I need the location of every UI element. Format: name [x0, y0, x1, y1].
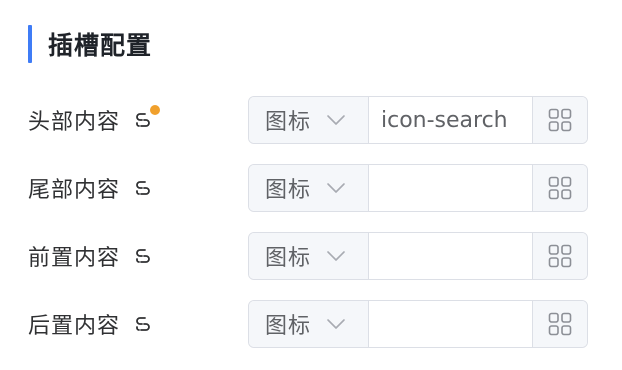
slot-row-label-wrap: 尾部内容: [28, 164, 154, 212]
slot-row-append: 后置内容 图标: [28, 300, 588, 348]
slot-row-label: 头部内容: [28, 110, 121, 135]
slot-row-label: 后置内容: [28, 314, 121, 339]
slot-row-prepend: 前置内容 图标: [28, 232, 588, 280]
slot-row-label-wrap: 后置内容: [28, 300, 154, 348]
slot-type-select-value: 图标: [265, 246, 312, 271]
slot-row-label-wrap: 前置内容: [28, 232, 154, 280]
slot-type-select[interactable]: 图标: [249, 165, 369, 211]
chevron-down-icon: [325, 113, 347, 127]
chevron-down-icon: [325, 181, 347, 195]
slot-row-header: 头部内容 图标: [28, 96, 588, 144]
icon-picker-button[interactable]: [532, 233, 587, 279]
icon-picker-button[interactable]: [532, 97, 587, 143]
slot-type-select-value: 图标: [265, 314, 312, 339]
slot-row-label: 前置内容: [28, 246, 121, 271]
slot-link-icon[interactable]: [132, 313, 154, 335]
section-title: 插槽配置: [48, 31, 153, 60]
slot-config-panel: 插槽配置 头部内容 图标 icon-search 尾部内容 图标 前置内容 图标…: [0, 0, 622, 370]
section-accent-bar: [28, 25, 32, 63]
slot-value-input[interactable]: [369, 165, 532, 211]
slot-row-footer: 尾部内容 图标: [28, 164, 588, 212]
slot-value-control: 图标: [248, 164, 588, 212]
modified-indicator-dot: [150, 105, 161, 115]
slot-type-select[interactable]: 图标: [249, 301, 369, 347]
slot-link-icon[interactable]: [132, 177, 154, 199]
slot-type-select-value: 图标: [265, 178, 312, 203]
slot-link-icon[interactable]: [132, 105, 161, 131]
slot-value-control: 图标: [248, 96, 588, 144]
slot-type-select-value: 图标: [265, 110, 312, 135]
icon-picker-button[interactable]: [532, 165, 587, 211]
slot-value-control: 图标: [248, 232, 588, 280]
slot-row-label: 尾部内容: [28, 178, 121, 203]
section-header: 插槽配置: [28, 24, 152, 64]
grid-icon: [548, 244, 572, 268]
chevron-down-icon: [325, 249, 347, 263]
slot-type-select[interactable]: 图标: [249, 233, 369, 279]
icon-picker-button[interactable]: [532, 301, 587, 347]
slot-link-icon[interactable]: [132, 245, 154, 267]
grid-icon: [548, 176, 572, 200]
slot-type-select[interactable]: 图标: [249, 97, 369, 143]
slot-value-input[interactable]: [369, 97, 532, 143]
slot-value-control: 图标: [248, 300, 588, 348]
slot-row-label-wrap: 头部内容: [28, 96, 161, 144]
grid-icon: [548, 312, 572, 336]
chevron-down-icon: [325, 317, 347, 331]
grid-icon: [548, 108, 572, 132]
slot-value-input[interactable]: [369, 233, 532, 279]
slot-rows: 头部内容 图标 icon-search 尾部内容 图标 前置内容 图标 后置内容…: [28, 96, 588, 368]
slot-value-input[interactable]: [369, 301, 532, 347]
